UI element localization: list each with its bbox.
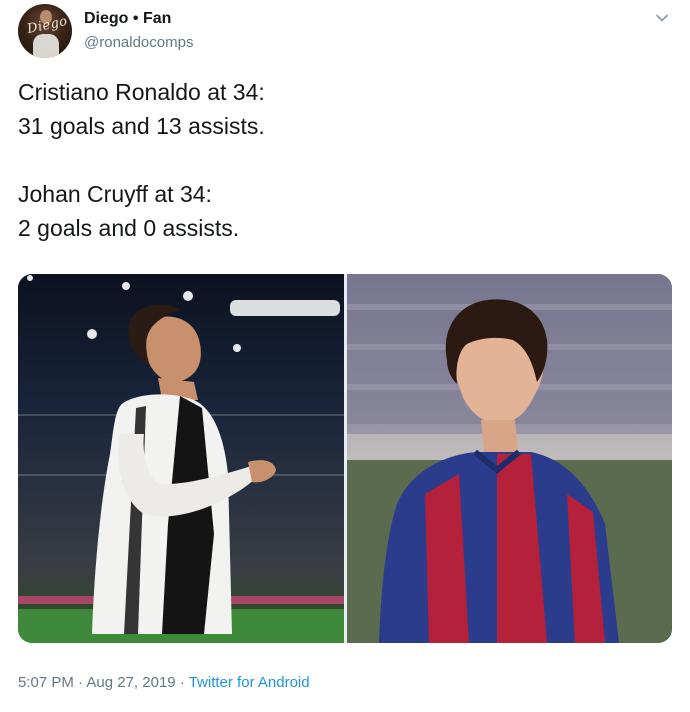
tweet-date[interactable]: Aug 27, 2019 (86, 674, 175, 691)
media-grid[interactable] (18, 274, 672, 643)
display-name[interactable]: Diego • Fan (84, 10, 171, 28)
tweet-text: Cristiano Ronaldo at 34: 31 goals and 13… (18, 79, 265, 241)
tweet: Diego Diego • Fan @ronaldocomps Cristian… (0, 0, 690, 712)
user-handle[interactable]: @ronaldocomps (84, 34, 193, 51)
tweet-time[interactable]: 5:07 PM (18, 674, 74, 691)
tweet-source-link[interactable]: Twitter for Android (189, 674, 310, 691)
avatar[interactable]: Diego (18, 4, 72, 58)
meta-separator: · (179, 674, 185, 691)
chevron-down-icon[interactable] (654, 10, 670, 26)
meta-separator: · (78, 674, 84, 691)
photo-ronaldo[interactable] (18, 274, 344, 643)
tweet-meta: 5:07 PM · Aug 27, 2019 · Twitter for And… (18, 674, 310, 691)
photo-cruyff[interactable] (347, 274, 672, 643)
